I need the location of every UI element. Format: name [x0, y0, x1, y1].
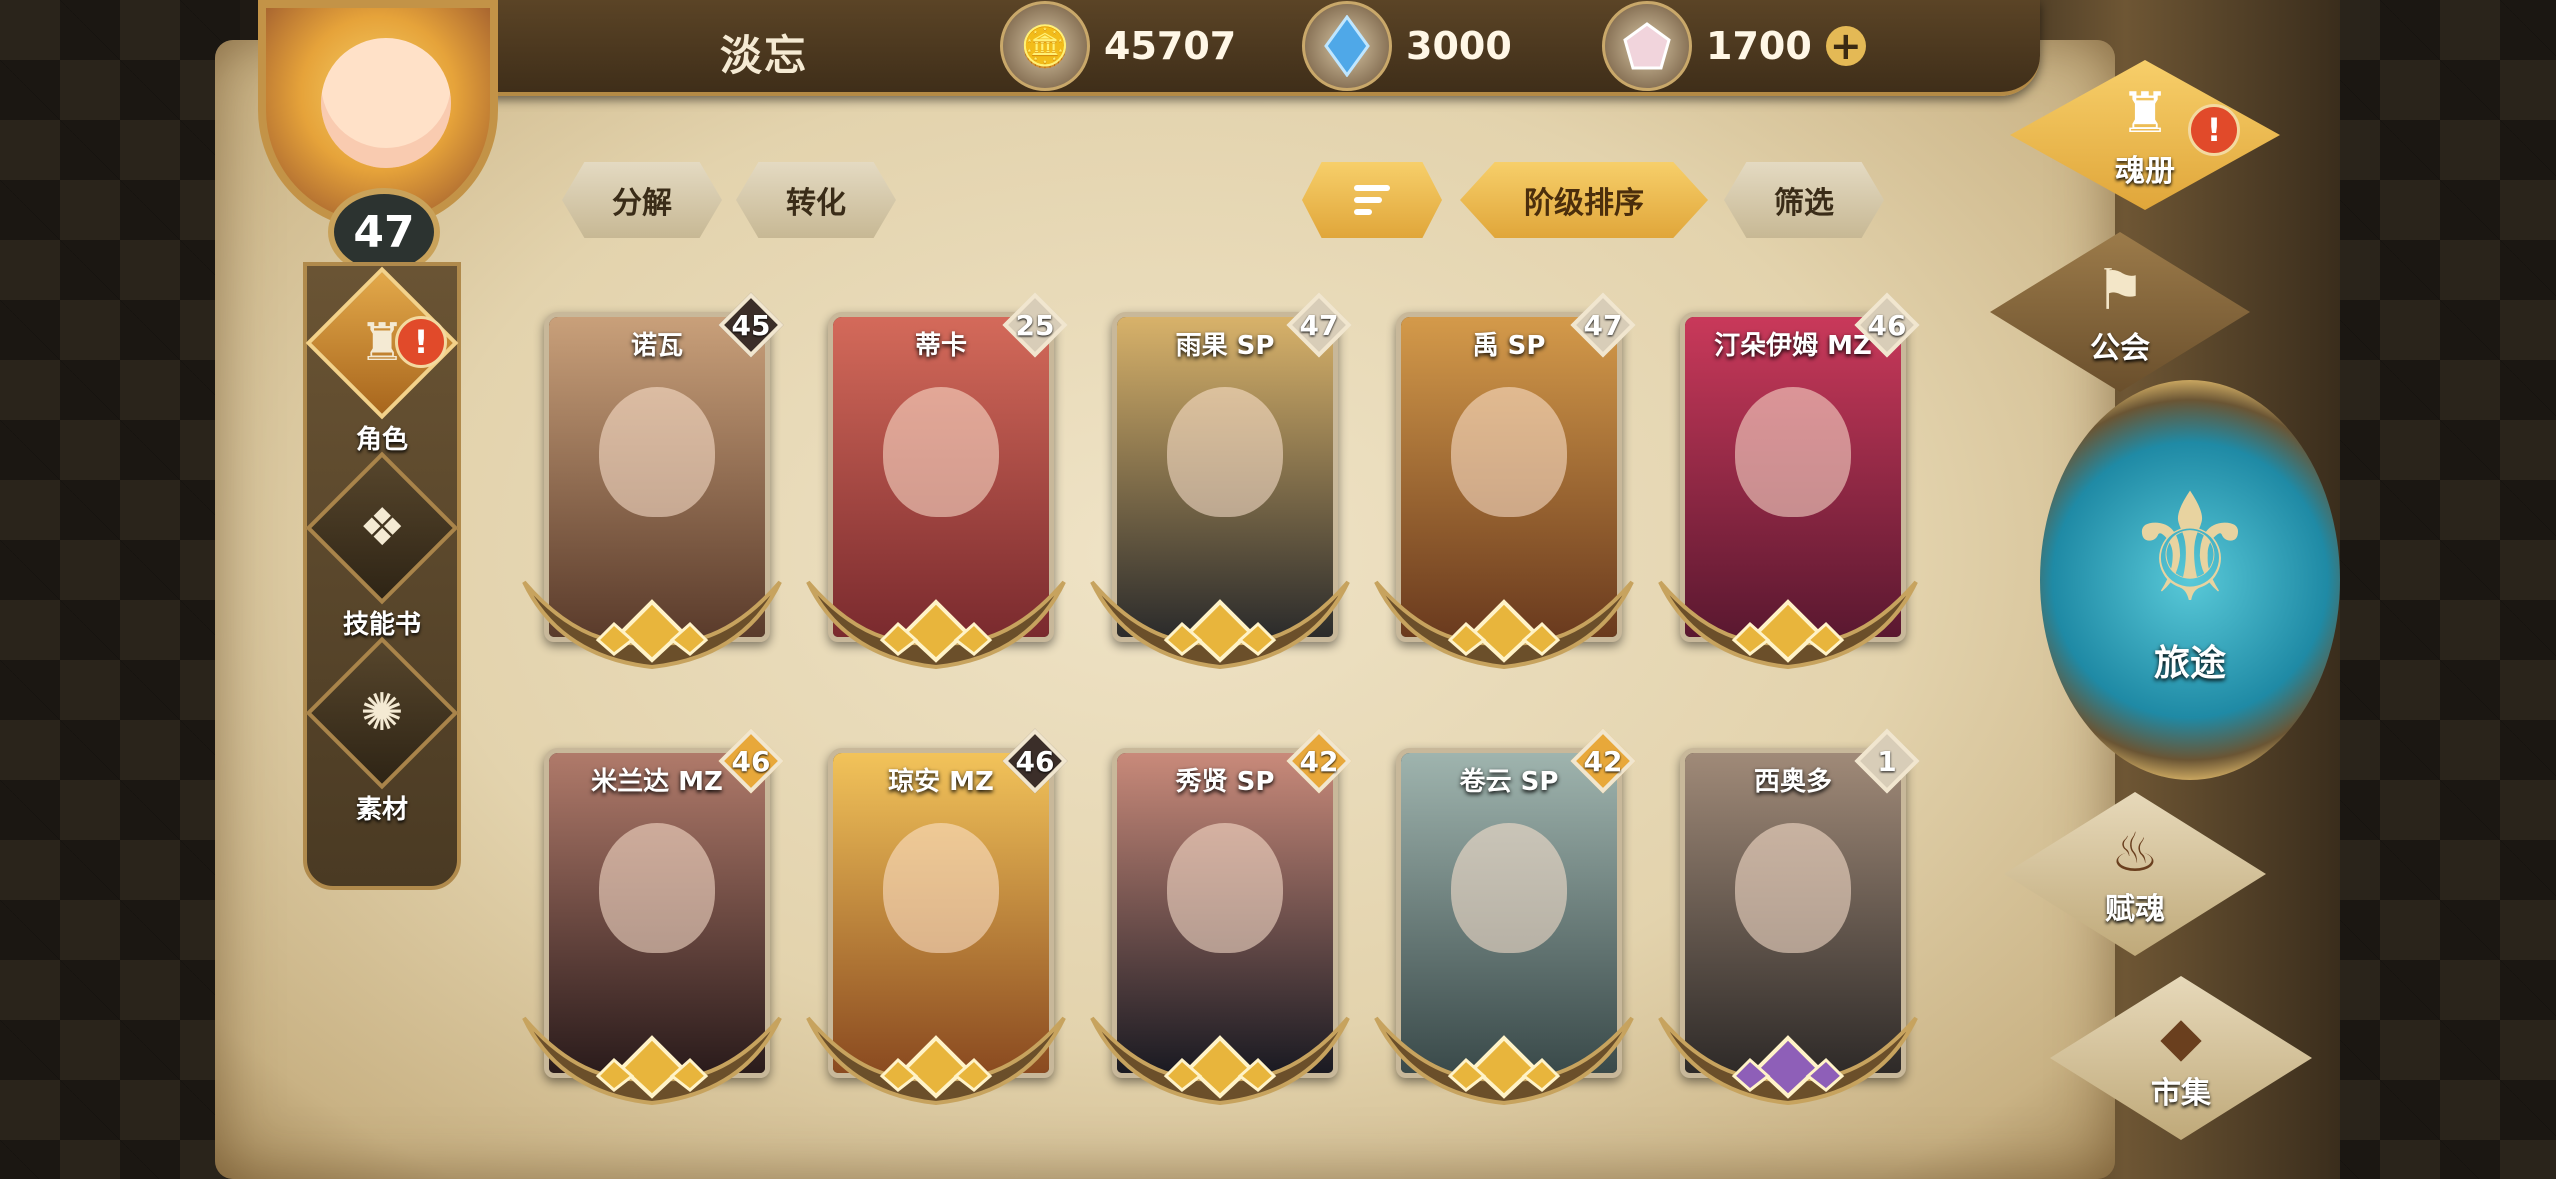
character-card[interactable]: 卷云 SP 42	[1374, 728, 1636, 1148]
market-gem-icon: ◆	[2160, 1004, 2202, 1068]
character-level: 25	[1015, 308, 1055, 342]
character-alert-icon: !	[395, 316, 447, 368]
skill-book-icon: ❖	[305, 451, 459, 605]
avatar-face	[321, 38, 451, 168]
gold-coin-icon: 🪙	[1000, 1, 1090, 91]
sort-direction-button[interactable]	[1302, 162, 1442, 238]
soul-flame-icon: ♨	[2110, 820, 2160, 884]
character-level: 46	[1015, 744, 1055, 778]
sort-lines-icon	[1354, 185, 1390, 215]
character-level-badge: 25	[1002, 292, 1068, 358]
character-card[interactable]: 蒂卡 25	[806, 292, 1068, 712]
journey-emblem-icon: ⚜	[2122, 462, 2258, 636]
left-wall-backdrop	[0, 0, 240, 1179]
rank-wings-icon	[1090, 580, 1350, 670]
character-level-badge: 42	[1570, 728, 1636, 794]
gem-value: 1700	[1706, 24, 1812, 68]
character-level: 46	[731, 744, 771, 778]
left-category-nav: ♜ 角色 ! ❖ 技能书 ✺ 素材	[303, 262, 461, 890]
nav-item-character[interactable]: ♜ 角色 !	[305, 266, 459, 456]
character-card[interactable]: 秀贤 SP 42	[1090, 728, 1352, 1148]
portrait-face-shape	[1735, 823, 1851, 953]
character-card[interactable]: 西奥多 1	[1658, 728, 1920, 1148]
player-name: 淡忘	[720, 31, 809, 80]
guild-banner-icon: ⚑	[2094, 257, 2146, 323]
rank-wings-icon	[1374, 1016, 1634, 1106]
filter-button[interactable]: 筛选	[1724, 162, 1884, 238]
nav-journey[interactable]: ⚜ 旅途	[2040, 380, 2340, 780]
character-level: 42	[1299, 744, 1339, 778]
character-level: 1	[1877, 744, 1897, 778]
character-level-badge: 46	[718, 728, 784, 794]
character-level: 47	[1299, 308, 1339, 342]
nav-label-soul-book: 魂册	[2115, 153, 2175, 189]
rank-wings-icon	[522, 580, 782, 670]
character-level-badge: 46	[1002, 728, 1068, 794]
rank-wings-icon	[1658, 580, 1918, 670]
character-level-badge: 46	[1854, 292, 1920, 358]
character-card[interactable]: 琼安 MZ 46	[806, 728, 1068, 1148]
nav-label-journey: 旅途	[2153, 643, 2226, 684]
rank-wings-icon	[522, 1016, 782, 1106]
player-avatar[interactable]: 47	[228, 0, 528, 276]
crystal-value: 3000	[1406, 24, 1512, 68]
character-level-badge: 42	[1286, 728, 1352, 794]
nav-label-soul-infuse: 赋魂	[2105, 891, 2165, 927]
rank-wings-icon	[1090, 1016, 1350, 1106]
portrait-face-shape	[883, 823, 999, 953]
nav-item-material[interactable]: ✺ 素材	[305, 636, 459, 826]
decompose-button[interactable]: 分解	[562, 162, 722, 238]
nav-label-market: 市集	[2151, 1075, 2211, 1111]
convert-button[interactable]: 转化	[736, 162, 896, 238]
character-card[interactable]: 汀朵伊姆 MZ 46	[1658, 292, 1920, 712]
add-gem-button[interactable]: +	[1825, 26, 1866, 66]
nav-label-skill-book: 技能书	[342, 610, 421, 640]
rank-wings-icon	[806, 1016, 1066, 1106]
portrait-face-shape	[1451, 387, 1567, 517]
pink-gem-icon	[1602, 1, 1692, 91]
character-level: 47	[1583, 308, 1623, 342]
portrait-face-shape	[1167, 387, 1283, 517]
portrait-face-shape	[599, 387, 715, 517]
rank-wings-icon	[1658, 1016, 1918, 1106]
gold-value: 45707	[1104, 24, 1237, 68]
material-beast-icon: ✺	[305, 636, 459, 790]
nav-item-skill-book[interactable]: ❖ 技能书	[305, 451, 459, 641]
character-card[interactable]: 米兰达 MZ 46	[522, 728, 784, 1148]
right-wall-backdrop	[2320, 0, 2556, 1179]
rank-wings-icon	[1374, 580, 1634, 670]
character-level: 46	[1867, 308, 1907, 342]
character-level-badge: 1	[1854, 728, 1920, 794]
gem-currency: 1700 +	[1602, 1, 1866, 91]
character-level-badge: 47	[1286, 292, 1352, 358]
character-level: 45	[731, 308, 771, 342]
character-card[interactable]: 禹 SP 47	[1374, 292, 1636, 712]
portrait-face-shape	[1735, 387, 1851, 517]
portrait-face-shape	[599, 823, 715, 953]
portrait-face-shape	[1167, 823, 1283, 953]
character-card[interactable]: 诺瓦 45	[522, 292, 784, 712]
nav-label-guild: 公会	[2090, 330, 2150, 366]
nav-label-character: 角色	[355, 425, 408, 455]
character-level: 42	[1583, 744, 1623, 778]
crystal-currency: 3000	[1302, 1, 1512, 91]
character-card[interactable]: 雨果 SP 47	[1090, 292, 1352, 712]
nav-label-material: 素材	[355, 795, 408, 825]
portrait-face-shape	[883, 387, 999, 517]
character-level-badge: 45	[718, 292, 784, 358]
soul-book-alert-icon: !	[2188, 104, 2240, 156]
portrait-face-shape	[1451, 823, 1567, 953]
blue-crystal-icon	[1302, 1, 1392, 91]
soul-book-icon: ♜	[2119, 80, 2171, 146]
rank-wings-icon	[806, 580, 1066, 670]
character-level-badge: 47	[1570, 292, 1636, 358]
tier-sort-button[interactable]: 阶级排序	[1460, 162, 1708, 238]
gold-currency: 🪙 45707	[1000, 1, 1237, 91]
